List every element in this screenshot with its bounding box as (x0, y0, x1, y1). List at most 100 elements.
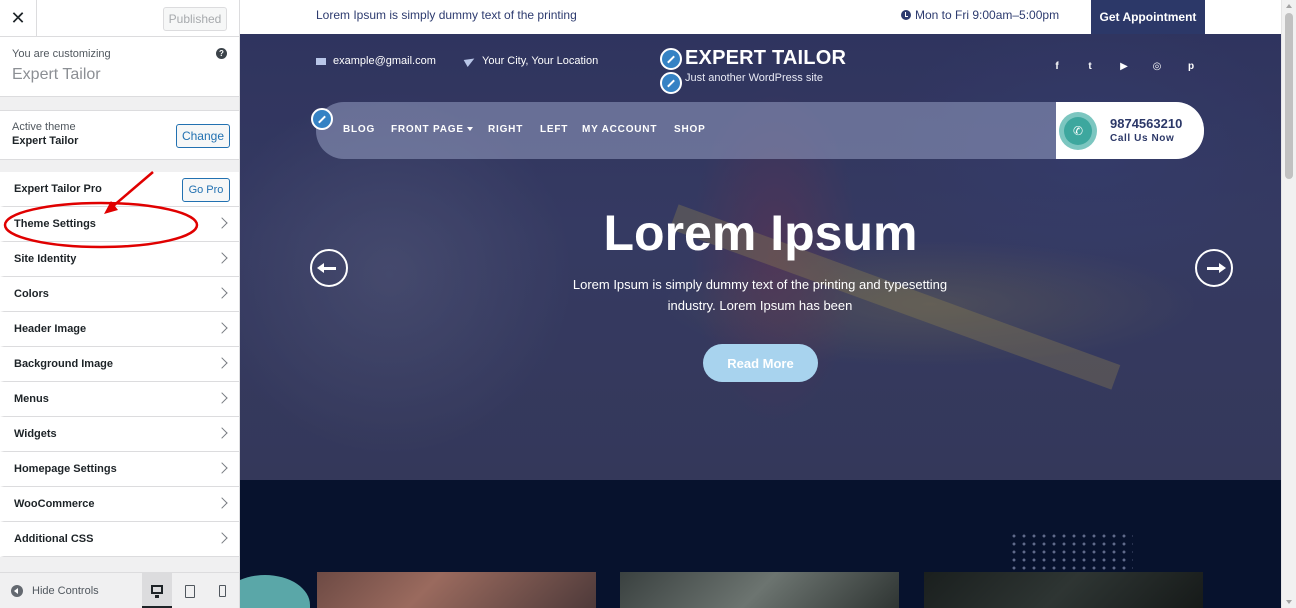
section-label: Additional CSS (14, 533, 94, 545)
mail-icon (316, 57, 326, 65)
contact-location: Your City, Your Location (463, 55, 599, 67)
tablet-icon (185, 584, 195, 598)
chevron-right-icon (216, 252, 228, 264)
section-menus[interactable]: Menus (0, 382, 239, 417)
pinterest-icon[interactable]: p (1184, 59, 1198, 73)
chevron-right-icon (216, 392, 228, 404)
service-card-image[interactable] (317, 572, 596, 608)
twitter-icon[interactable]: t (1083, 59, 1097, 73)
site-preview: Lorem Ipsum is simply dummy text of the … (240, 0, 1281, 608)
site-tagline: Just another WordPress site (685, 72, 823, 84)
preview-scrollbar[interactable] (1281, 0, 1296, 608)
chevron-right-icon (216, 217, 228, 229)
active-theme-panel: Active theme Expert Tailor Change (0, 110, 239, 160)
section-label: Colors (14, 288, 49, 300)
chevron-right-icon (216, 427, 228, 439)
chevron-right-icon (216, 322, 228, 334)
service-card-image[interactable] (620, 572, 899, 608)
decorative-wave (240, 575, 310, 608)
desktop-icon (151, 585, 163, 598)
nav-item-right[interactable]: RIGHT (488, 124, 523, 135)
hours-text: Mon to Fri 9:00am–5:00pm (915, 8, 1060, 22)
email-text: example@gmail.com (333, 55, 436, 67)
slider-prev-button[interactable] (310, 249, 348, 287)
youtube-icon[interactable]: ▶ (1117, 59, 1131, 73)
site-title[interactable]: EXPERT TAILOR (685, 47, 846, 70)
call-us-label: Call Us Now (1110, 133, 1175, 144)
section-colors[interactable]: Colors (0, 277, 239, 312)
clock-icon (901, 10, 911, 20)
section-theme-settings[interactable]: Theme Settings (0, 207, 239, 242)
preview-tablet-button[interactable] (175, 573, 205, 608)
customizing-info: You are customizing Expert Tailor ? (0, 37, 239, 97)
preview-desktop-button[interactable] (142, 573, 172, 608)
location-arrow-icon (463, 55, 477, 67)
section-label: Homepage Settings (14, 463, 117, 475)
preview-mobile-button[interactable] (207, 573, 237, 608)
edit-site-title-icon[interactable] (660, 48, 682, 70)
customizing-label: You are customizing (12, 48, 111, 60)
arrow-right-icon (1207, 262, 1226, 273)
section-label: Header Image (14, 323, 87, 335)
service-card-image[interactable] (924, 572, 1203, 608)
customizer-footer: Hide Controls (0, 572, 239, 608)
section-label: Background Image (14, 358, 114, 370)
top-bar: Lorem Ipsum is simply dummy text of the … (240, 0, 1281, 34)
section-label: Expert Tailor Pro (14, 183, 102, 195)
arrow-left-icon (317, 262, 336, 273)
read-more-button[interactable]: Read More (703, 344, 818, 382)
location-text: Your City, Your Location (482, 55, 599, 67)
close-customizer-button[interactable]: ✕ (0, 0, 37, 37)
phone-icon: ✆ (1059, 112, 1097, 150)
published-button[interactable]: Published (163, 7, 227, 31)
section-header-image[interactable]: Header Image (0, 312, 239, 347)
chevron-right-icon (216, 357, 228, 369)
chevron-right-icon (216, 532, 228, 544)
instagram-icon[interactable]: ◎ (1150, 59, 1164, 73)
hide-controls-button[interactable]: Hide Controls (32, 585, 99, 597)
edit-menu-icon[interactable] (311, 108, 333, 130)
section-woocommerce[interactable]: WooCommerce (0, 487, 239, 522)
contact-email[interactable]: example@gmail.com (316, 55, 436, 67)
get-appointment-button[interactable]: Get Appointment (1091, 0, 1205, 34)
change-theme-button[interactable]: Change (176, 124, 230, 148)
nav-item-my-account[interactable]: MY ACCOUNT (582, 124, 657, 135)
section-additional-css[interactable]: Additional CSS (0, 522, 239, 557)
section-label: Widgets (14, 428, 57, 440)
scroll-up-icon[interactable] (1286, 4, 1292, 8)
nav-item-front-page[interactable]: FRONT PAGE (391, 124, 473, 135)
hero-subtitle: Lorem Ipsum is simply dummy text of the … (572, 277, 948, 313)
section-widgets[interactable]: Widgets (0, 417, 239, 452)
phone-number: 9874563210 (1110, 116, 1183, 131)
facebook-icon[interactable]: f (1050, 59, 1064, 73)
help-icon[interactable]: ? (216, 48, 227, 59)
opening-hours: Mon to Fri 9:00am–5:00pm (901, 8, 1059, 22)
nav-item-left[interactable]: LEFT (540, 124, 568, 135)
section-expert-tailor-pro: Expert Tailor Pro Go Pro (0, 172, 239, 207)
go-pro-button[interactable]: Go Pro (182, 178, 230, 202)
section-label: WooCommerce (14, 498, 95, 510)
slider-next-button[interactable] (1195, 249, 1233, 287)
nav-label: FRONT PAGE (391, 124, 464, 135)
section-label: Menus (14, 393, 49, 405)
customizer-sections: Expert Tailor Pro Go Pro Theme Settings … (0, 172, 239, 557)
main-navigation: BLOG FRONT PAGE RIGHT LEFT MY ACCOUNT SH… (316, 102, 1204, 159)
section-background-image[interactable]: Background Image (0, 347, 239, 382)
section-label: Site Identity (14, 253, 77, 265)
nav-item-shop[interactable]: SHOP (674, 124, 706, 135)
customizer-sidebar: ✕ Published You are customizing Expert T… (0, 0, 240, 608)
nav-item-blog[interactable]: BLOG (343, 124, 375, 135)
section-homepage-settings[interactable]: Homepage Settings (0, 452, 239, 487)
customizer-header: ✕ Published (0, 0, 239, 37)
site-name: Expert Tailor (12, 66, 101, 83)
chevron-right-icon (216, 497, 228, 509)
top-bar-text: Lorem Ipsum is simply dummy text of the … (316, 8, 577, 22)
scroll-thumb[interactable] (1285, 13, 1293, 179)
section-site-identity[interactable]: Site Identity (0, 242, 239, 277)
call-us-box[interactable]: ✆ 9874563210 Call Us Now (1056, 102, 1204, 159)
mobile-icon (218, 585, 226, 597)
chevron-right-icon (216, 462, 228, 474)
edit-tagline-icon[interactable] (660, 72, 682, 94)
scroll-down-icon[interactable] (1286, 600, 1292, 604)
hide-controls-icon[interactable] (11, 584, 23, 597)
